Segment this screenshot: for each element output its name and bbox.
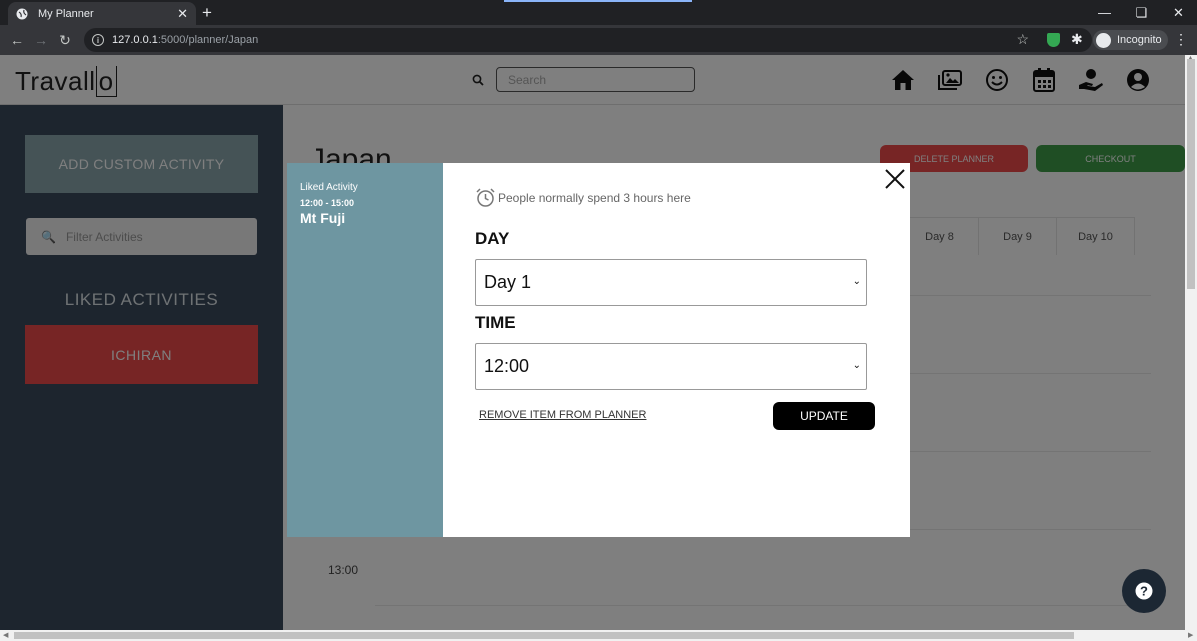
vertical-scroll-thumb[interactable]: [1187, 59, 1195, 289]
globe-icon: [16, 8, 28, 19]
chevron-down-icon: ⌄: [852, 360, 861, 371]
url-host: 127.0.0.1: [112, 34, 158, 46]
scroll-right-icon[interactable]: ▶: [1188, 631, 1193, 639]
time-label: TIME: [475, 313, 516, 332]
back-icon[interactable]: ←: [5, 32, 29, 48]
day-select-value: Day 1: [484, 272, 532, 292]
window-controls: — ❏ ✕: [1086, 0, 1197, 25]
horizontal-scrollbar[interactable]: ◀ ▶: [0, 630, 1197, 641]
extension-shield-icon[interactable]: [1047, 33, 1060, 47]
browser-toolbar: ← → ↻ i 127.0.0.1:5000/planner/Japan ☆: [0, 25, 1197, 55]
day-label: DAY: [475, 229, 510, 248]
edit-activity-modal: Liked Activity 12:00 - 15:00 Mt Fuji Peo…: [287, 163, 910, 537]
time-select-value: 12:00: [484, 356, 530, 376]
duration-hint: People normally spend 3 hours here: [475, 187, 691, 208]
incognito-icon: [1096, 32, 1111, 48]
activity-time: 12:00 - 15:00: [300, 198, 355, 208]
activity-summary-panel: Liked Activity 12:00 - 15:00 Mt Fuji: [287, 163, 443, 537]
address-bar[interactable]: i 127.0.0.1:5000/planner/Japan ☆: [84, 28, 1092, 52]
update-button[interactable]: UPDATE: [773, 402, 875, 430]
activity-name: Mt Fuji: [300, 210, 346, 226]
help-button[interactable]: ?: [1122, 569, 1166, 613]
svg-text:?: ?: [1140, 584, 1148, 599]
new-tab-button[interactable]: +: [202, 3, 212, 23]
minimize-icon[interactable]: —: [1086, 0, 1123, 25]
incognito-badge[interactable]: Incognito: [1093, 30, 1168, 50]
tab-title: My Planner: [38, 7, 94, 20]
reload-icon[interactable]: ↻: [53, 32, 77, 49]
forward-icon[interactable]: →: [29, 32, 53, 48]
activity-kind: Liked Activity: [300, 182, 358, 193]
page-viewport: Travallo ADD CUSTOM ACTIVITY 🔍 Filter Ac…: [0, 55, 1185, 630]
vertical-scrollbar[interactable]: ▲: [1185, 55, 1197, 630]
horizontal-scroll-thumb[interactable]: [14, 632, 1074, 639]
restore-icon[interactable]: ❏: [1123, 0, 1160, 25]
close-icon[interactable]: [884, 168, 906, 190]
incognito-label: Incognito: [1117, 34, 1162, 46]
site-info-icon[interactable]: i: [92, 34, 104, 46]
question-icon: ?: [1135, 582, 1153, 600]
day-select[interactable]: Day 1 ⌄: [475, 259, 867, 306]
duration-hint-text: People normally spend 3 hours here: [498, 190, 691, 205]
tab-close-icon[interactable]: ✕: [177, 6, 188, 22]
alarm-clock-icon: [476, 188, 495, 207]
loading-indicator: [504, 0, 692, 2]
bookmark-star-icon[interactable]: ☆: [1016, 31, 1029, 48]
activity-edit-form: People normally spend 3 hours here DAY D…: [443, 163, 910, 537]
extensions-puzzle-icon[interactable]: ✱: [1071, 31, 1083, 48]
url-path: :5000/planner/Japan: [157, 34, 259, 46]
browser-tab-strip: My Planner ✕ + — ❏ ✕: [0, 0, 1197, 25]
remove-item-link[interactable]: REMOVE ITEM FROM PLANNER: [479, 409, 646, 421]
close-window-icon[interactable]: ✕: [1160, 0, 1197, 25]
time-select[interactable]: 12:00 ⌄: [475, 343, 867, 390]
url-text: 127.0.0.1:5000/planner/Japan: [112, 34, 258, 46]
browser-menu-icon[interactable]: ⋮: [1174, 31, 1188, 48]
scroll-left-icon[interactable]: ◀: [3, 631, 8, 639]
chevron-down-icon: ⌄: [852, 276, 861, 287]
browser-tab[interactable]: My Planner ✕: [8, 2, 196, 25]
